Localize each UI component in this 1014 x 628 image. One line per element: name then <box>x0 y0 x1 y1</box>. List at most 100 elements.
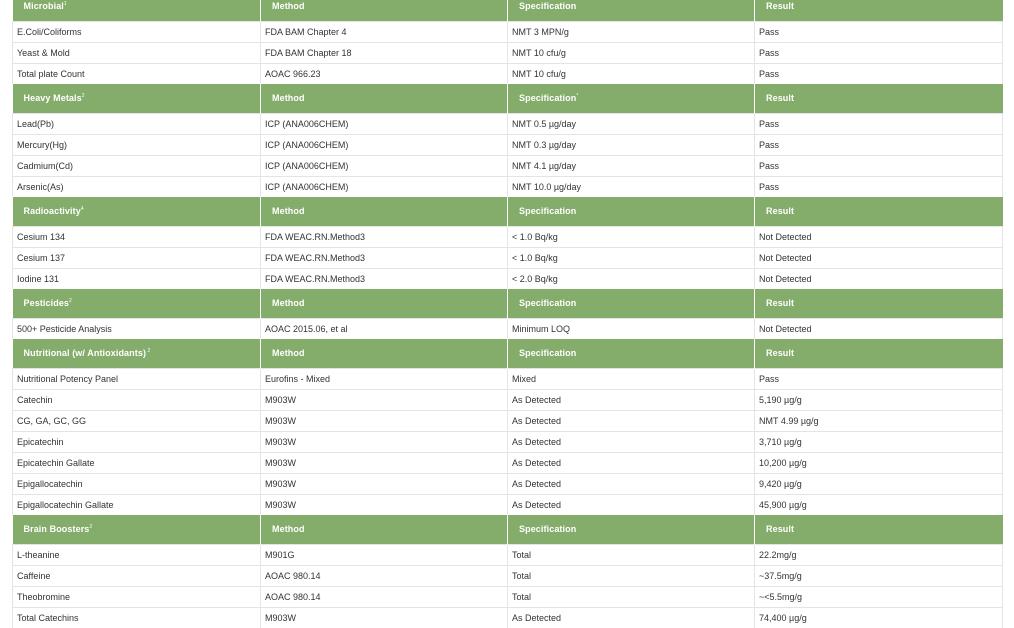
table-row: TheobromineAOAC 980.14Total~<5.5mg/g <box>13 587 1003 608</box>
header-label: Result <box>766 206 794 216</box>
table-row: Arsenic(As)ICP (ANA006CHEM)NMT 10.0 µg/d… <box>13 177 1003 198</box>
table-row: Cadmium(Cd)ICP (ANA006CHEM)NMT 4.1 µg/da… <box>13 156 1003 177</box>
cell-specification: NMT 0.5 µg/day <box>508 114 755 135</box>
table-row: E.Coli/ColiformsFDA BAM Chapter 4NMT 3 M… <box>13 22 1003 43</box>
cell-name: Cesium 134 <box>13 227 261 248</box>
radioactivity-header-method: Method <box>261 197 508 227</box>
brain-boosters-header-row: Brain Boosters2MethodSpecificationResult <box>13 515 1003 545</box>
header-label: Result <box>766 298 794 308</box>
cell-result: Pass <box>755 64 1003 85</box>
header-label: Result <box>766 1 794 11</box>
microbial-header-row: Microbial1MethodSpecificationResult <box>13 0 1003 22</box>
microbial-header-name: Microbial1 <box>13 0 261 22</box>
cell-result: 22.2mg/g <box>755 545 1003 566</box>
cell-name: Catechin <box>13 390 261 411</box>
cell-name: Lead(Pb) <box>13 114 261 135</box>
table-row: Cesium 134FDA WEAC.RN.Method3< 1.0 Bq/kg… <box>13 227 1003 248</box>
cell-name: Cesium 137 <box>13 248 261 269</box>
cell-specification: As Detected <box>508 390 755 411</box>
table-row: L-theanineM901GTotal22.2mg/g <box>13 545 1003 566</box>
cell-method: M903W <box>261 411 508 432</box>
pesticides-header-specification: Specification <box>508 289 755 319</box>
cell-name: Epicatechin <box>13 432 261 453</box>
heavy-metals-header-row: Heavy Metals2MethodSpecification*Result <box>13 84 1003 114</box>
pesticides-header-method: Method <box>261 289 508 319</box>
cell-result: 45,900 µg/g <box>755 495 1003 516</box>
cell-result: 5,190 µg/g <box>755 390 1003 411</box>
cell-result: Not Detected <box>755 319 1003 340</box>
table-row: CG, GA, GC, GGM903WAs DetectedNMT 4.99 µ… <box>13 411 1003 432</box>
table-row: Mercury(Hg)ICP (ANA006CHEM)NMT 0.3 µg/da… <box>13 135 1003 156</box>
cell-name: E.Coli/Coliforms <box>13 22 261 43</box>
header-label: Specification <box>519 348 576 358</box>
cell-specification: Total <box>508 566 755 587</box>
cell-specification: < 2.0 Bq/kg <box>508 269 755 290</box>
cell-method: FDA BAM Chapter 18 <box>261 43 508 64</box>
cell-method: FDA BAM Chapter 4 <box>261 22 508 43</box>
cell-result: Pass <box>755 43 1003 64</box>
header-label: Specification <box>519 206 576 216</box>
lab-results-container: Microbial1MethodSpecificationResultE.Col… <box>12 0 1002 628</box>
cell-result: 3,710 µg/g <box>755 432 1003 453</box>
table-row: EpigallocatechinM903WAs Detected9,420 µg… <box>13 474 1003 495</box>
cell-result: Not Detected <box>755 269 1003 290</box>
cell-result: 9,420 µg/g <box>755 474 1003 495</box>
cell-name: Cadmium(Cd) <box>13 156 261 177</box>
nutritional-header-result: Result <box>755 339 1003 369</box>
cell-method: AOAC 2015.06, et al <box>261 319 508 340</box>
cell-specification: NMT 0.3 µg/day <box>508 135 755 156</box>
table-row: Cesium 137FDA WEAC.RN.Method3< 1.0 Bq/kg… <box>13 248 1003 269</box>
microbial-header-result: Result <box>755 0 1003 22</box>
cell-specification: NMT 10 cfu/g <box>508 43 755 64</box>
cell-name: Total plate Count <box>13 64 261 85</box>
cell-method: FDA WEAC.RN.Method3 <box>261 269 508 290</box>
cell-method: ICP (ANA006CHEM) <box>261 156 508 177</box>
cell-specification: < 1.0 Bq/kg <box>508 227 755 248</box>
header-label: Result <box>766 93 794 103</box>
cell-result: ~<5.5mg/g <box>755 587 1003 608</box>
cell-method: AOAC 980.14 <box>261 587 508 608</box>
cell-method: ICP (ANA006CHEM) <box>261 135 508 156</box>
radioactivity-header-row: Radioactivity4Method Specification Result <box>13 197 1003 227</box>
cell-result: 74,400 µg/g <box>755 608 1003 628</box>
cell-specification: Minimum LOQ <box>508 319 755 340</box>
cell-specification: Total <box>508 545 755 566</box>
header-label: Radioactivity <box>24 206 81 216</box>
radioactivity-header-name: Radioactivity4 <box>13 197 261 227</box>
cell-specification: As Detected <box>508 608 755 628</box>
cell-name: Caffeine <box>13 566 261 587</box>
radioactivity-header-result: Result <box>755 197 1003 227</box>
cell-specification: As Detected <box>508 453 755 474</box>
cell-method: Eurofins - Mixed <box>261 369 508 390</box>
cell-method: M903W <box>261 432 508 453</box>
brain-boosters-header-name: Brain Boosters2 <box>13 515 261 545</box>
cell-name: Theobromine <box>13 587 261 608</box>
cell-name: Epigallocatechin Gallate <box>13 495 261 516</box>
table-row: Epicatechin GallateM903WAs Detected10,20… <box>13 453 1003 474</box>
cell-specification: As Detected <box>508 411 755 432</box>
cell-name: Iodine 131 <box>13 269 261 290</box>
cell-result: Pass <box>755 156 1003 177</box>
cell-method: FDA WEAC.RN.Method3 <box>261 227 508 248</box>
nutritional-header-specification: Specification <box>508 339 755 369</box>
table-row: CatechinM903WAs Detected5,190 µg/g <box>13 390 1003 411</box>
pesticides-header-result: Result <box>755 289 1003 319</box>
cell-method: AOAC 980.14 <box>261 566 508 587</box>
cell-result: Pass <box>755 369 1003 390</box>
table-row: Yeast & MoldFDA BAM Chapter 18NMT 10 cfu… <box>13 43 1003 64</box>
nutritional-header-method: Method <box>261 339 508 369</box>
header-label: Specification <box>519 93 576 103</box>
radioactivity-header-specification: Specification <box>508 197 755 227</box>
cell-name: Yeast & Mold <box>13 43 261 64</box>
footnote-mark: 2 <box>82 93 85 99</box>
cell-method: M903W <box>261 390 508 411</box>
heavy-metals-header-method: Method <box>261 84 508 114</box>
brain-boosters-header-specification: Specification <box>508 515 755 545</box>
cell-result: Pass <box>755 22 1003 43</box>
header-label: Heavy Metals <box>24 93 82 103</box>
microbial-header-method: Method <box>261 0 508 22</box>
cell-result: Not Detected <box>755 227 1003 248</box>
cell-name: Mercury(Hg) <box>13 135 261 156</box>
table-row: EpicatechinM903WAs Detected3,710 µg/g <box>13 432 1003 453</box>
heavy-metals-header-result: Result <box>755 84 1003 114</box>
